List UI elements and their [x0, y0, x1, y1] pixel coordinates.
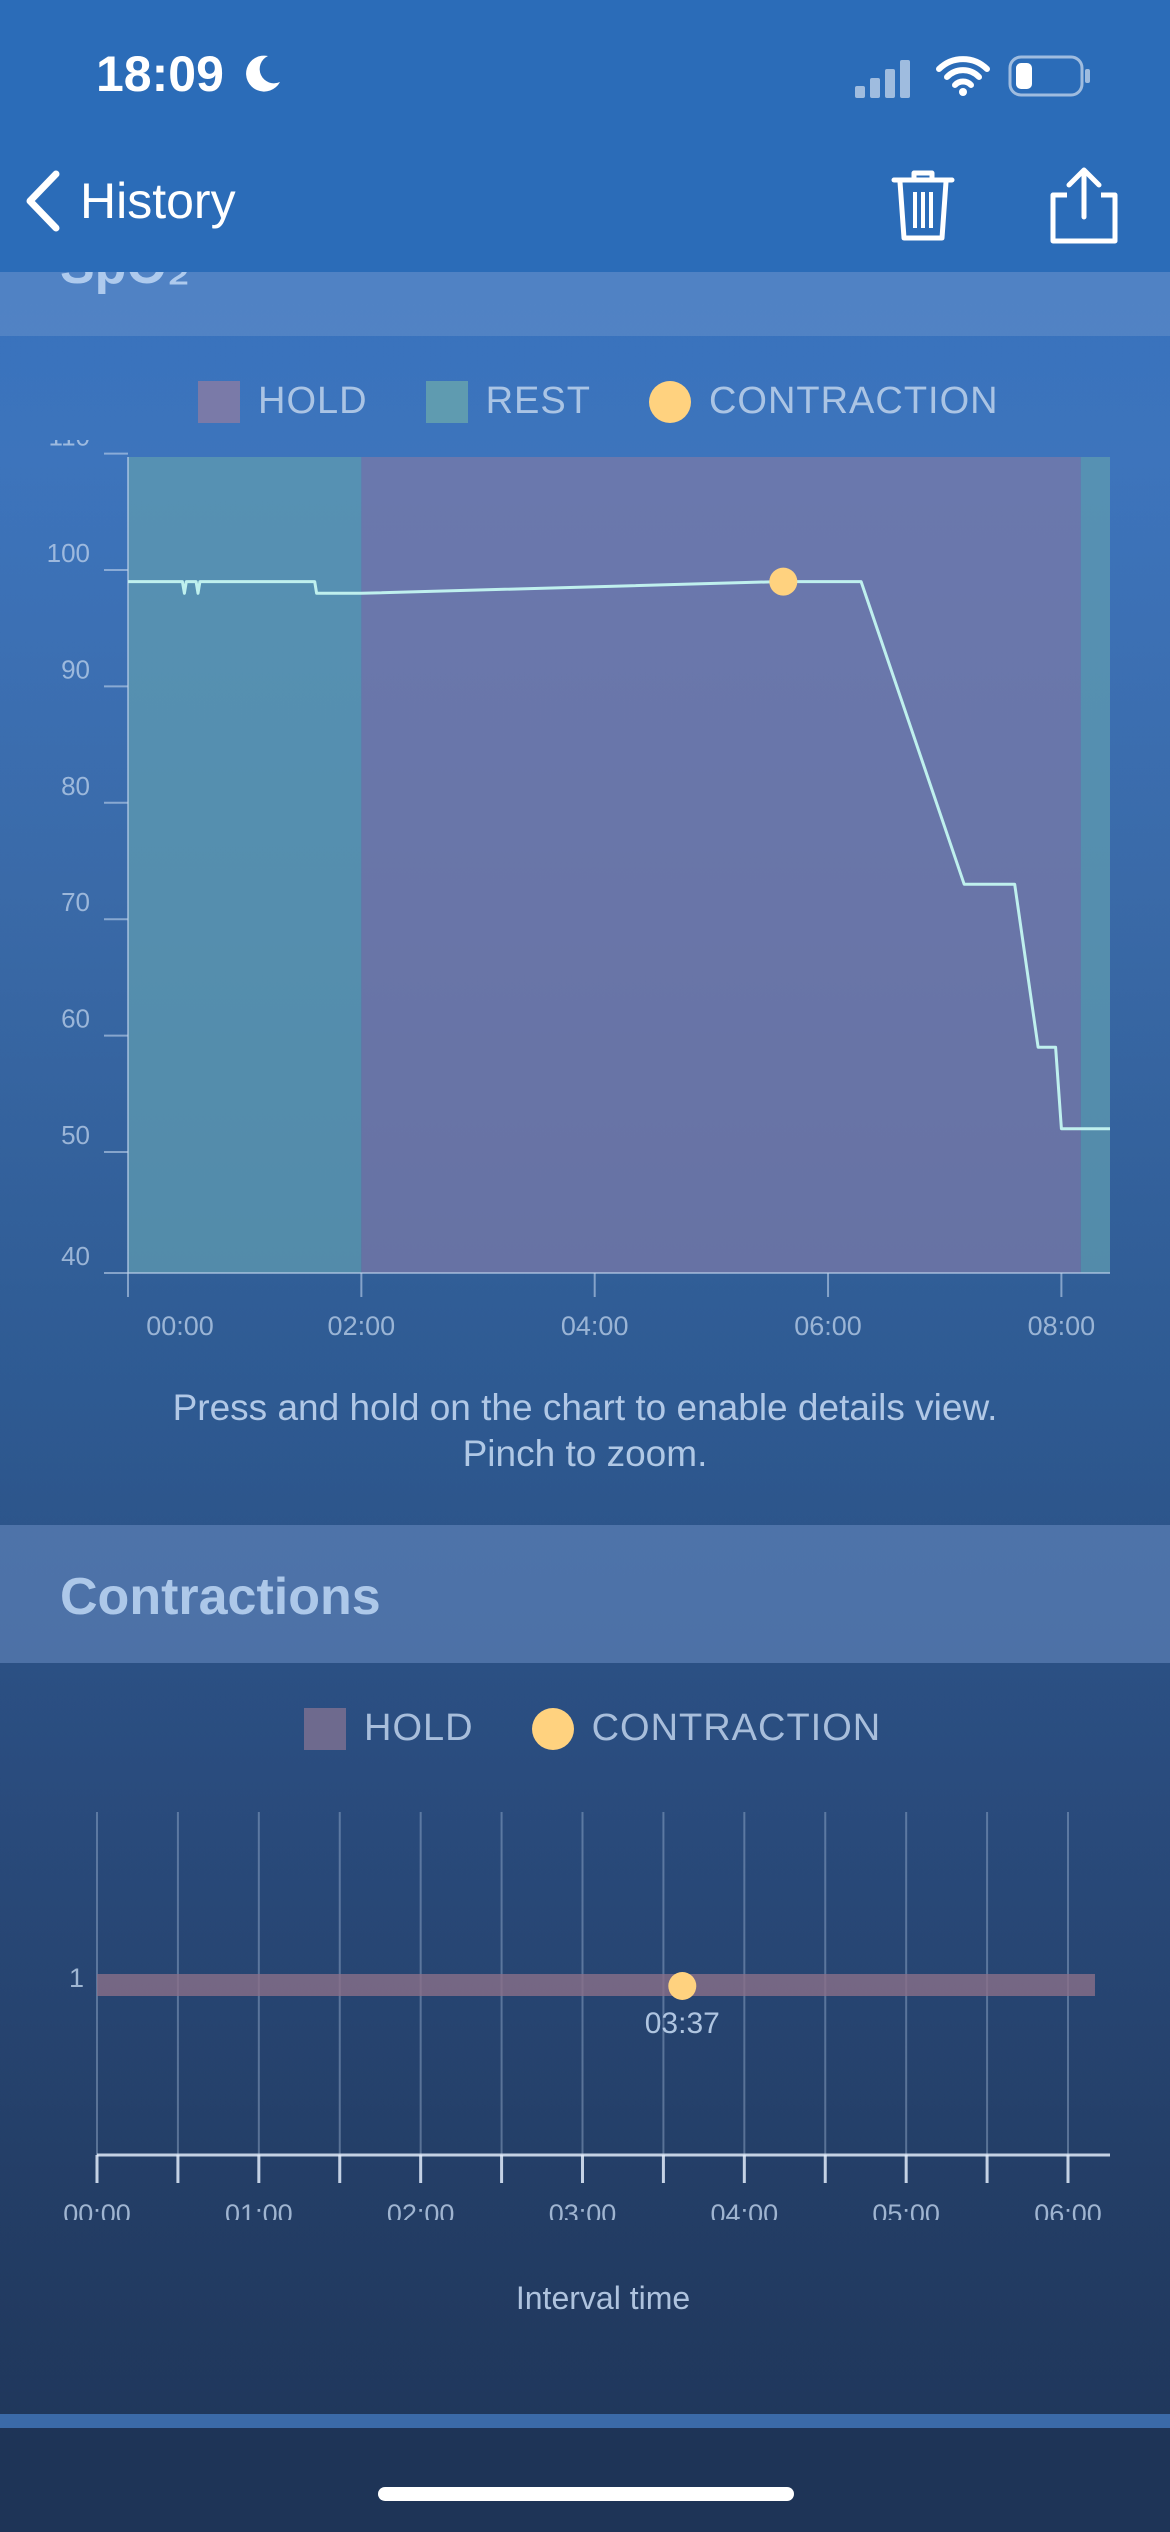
wifi-icon: [935, 55, 991, 102]
band-rest-0: [128, 457, 362, 1273]
legend-rest-label: REST: [485, 380, 591, 422]
x-tick-label-04:00: 04:00: [561, 1311, 629, 1341]
contractions-section-header: Contractions: [0, 1525, 1170, 1663]
y-tick-label-60: 60: [61, 1004, 90, 1034]
hold-bar-0: [97, 1974, 1095, 1996]
band-hold-1: [361, 457, 1081, 1273]
share-icon: [1050, 167, 1118, 244]
status-time: 18:09: [96, 46, 224, 102]
y-tick-label-90: 90: [61, 654, 90, 684]
signal-icon: [855, 58, 915, 103]
legend-hold-label-2: HOLD: [364, 1707, 474, 1749]
x-tick-label-06:00: 06:00: [1034, 2199, 1102, 2220]
x-tick-label-03:00: 03:00: [549, 2199, 617, 2220]
x-tick-label-02:00: 02:00: [387, 2199, 455, 2220]
legend-rest-swatch: [425, 380, 468, 423]
legend-hold: HOLD: [198, 380, 368, 423]
band-rest-2: [1080, 457, 1110, 1273]
contraction-point-0: [769, 567, 798, 596]
y-tick-label-70: 70: [61, 887, 90, 917]
x-tick-label-01:00: 01:00: [225, 2199, 293, 2220]
chart-hint-line1: Press and hold on the chart to enable de…: [172, 1387, 998, 1428]
y-tick-label-1: 1: [69, 1963, 84, 1993]
legend-hold-2: HOLD: [304, 1707, 474, 1750]
legend-contraction-label-2: CONTRACTION: [591, 1707, 882, 1749]
legend-hold-swatch: [198, 380, 240, 423]
back-button[interactable]: History: [22, 170, 236, 232]
home-indicator: [378, 2487, 794, 2501]
back-label: History: [80, 173, 236, 229]
battery-icon: [1008, 55, 1092, 102]
legend-rest: REST: [425, 380, 591, 423]
legend-contraction: CONTRACTION: [648, 380, 999, 423]
trash-icon: [891, 170, 955, 241]
contractions-legend: HOLD CONTRACTION: [304, 1707, 939, 1750]
chart-hint-line2: Pinch to zoom.: [462, 1433, 708, 1474]
y-tick-label-50: 50: [61, 1120, 90, 1150]
y-tick-label-110: 110: [49, 440, 90, 452]
spo2-chart[interactable]: 110 100 90 80 70 60 50 40 00:00 02:00 04:00 06:00 08…: [0, 440, 1170, 1440]
x-tick-label-00:00: 00:00: [146, 1311, 214, 1341]
bottom-area: [0, 2428, 1170, 2532]
contractions-x-axis-title: Interval time: [515, 2280, 691, 2316]
legend-contraction-dot: [648, 380, 691, 423]
contractions-chart[interactable]: 00:00 01:00 02:00 03:00 04:00 05:00 06:00 1 03:3…: [0, 1800, 1170, 2220]
legend-hold-label: HOLD: [258, 380, 368, 422]
contractions-section-title: Contractions: [60, 1568, 381, 1626]
x-tick-label-05:00: 05:00: [872, 2199, 940, 2220]
moon-icon: [240, 52, 284, 101]
legend-contraction-2: CONTRACTION: [531, 1707, 882, 1750]
x-tick-label-00:00: 00:00: [63, 2199, 131, 2220]
y-tick-label-100: 100: [47, 538, 90, 568]
spo2-section-header: SpO₂: [0, 272, 1170, 336]
legend-hold-swatch-2: [304, 1707, 346, 1750]
x-tick-label-08:00: 08:00: [1028, 1311, 1096, 1341]
bottom-divider: [0, 2414, 1170, 2428]
delete-button[interactable]: [890, 168, 956, 249]
y-tick-label-40: 40: [61, 1241, 90, 1271]
contraction-marker-0: [668, 1972, 697, 2000]
x-tick-label-04:00: 04:00: [711, 2199, 779, 2220]
chevron-left-icon: [26, 170, 60, 232]
contraction-label-0: 03:37: [645, 2007, 720, 2040]
legend-contraction-label: CONTRACTION: [708, 380, 999, 422]
legend-contraction-dot-2: [531, 1707, 574, 1750]
chart-hint: Press and hold on the chart to enable de…: [0, 1385, 1170, 1477]
spo2-legend: HOLD REST CONTRACTION: [198, 380, 1057, 423]
y-tick-label-80: 80: [61, 771, 90, 801]
x-tick-label-02:00: 02:00: [328, 1311, 396, 1341]
share-button[interactable]: [1045, 165, 1123, 252]
x-tick-label-06:00: 06:00: [794, 1311, 862, 1341]
